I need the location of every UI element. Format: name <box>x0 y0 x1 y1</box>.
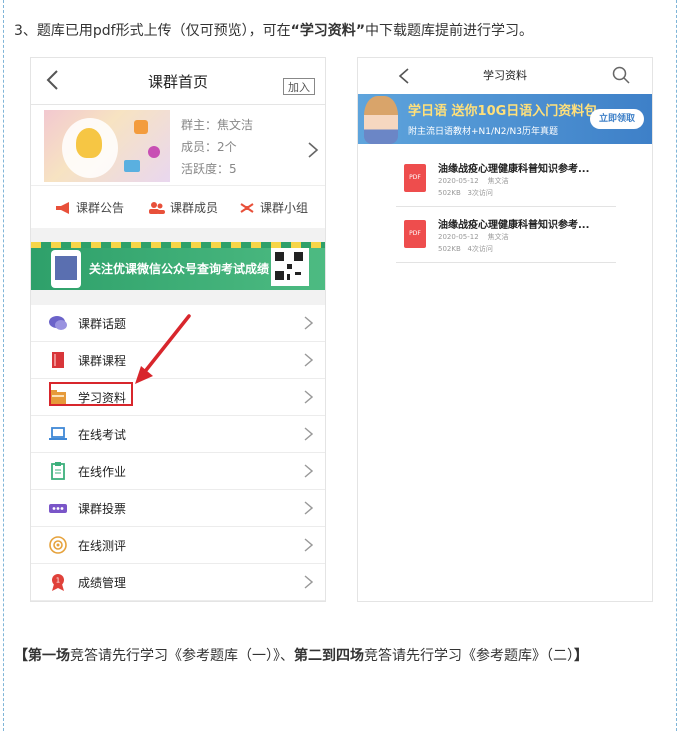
right-page-title: 学习资料 <box>483 69 527 82</box>
file-title: 油缘战疫心理健康科普知识参考... <box>438 164 590 175</box>
file-item[interactable]: PDF 油缘战疫心理健康科普知识参考... 2020-05-12 焦文洁 502… <box>396 206 616 263</box>
chevron-right-icon <box>304 501 313 515</box>
tab-groups[interactable]: 课群小组 <box>239 199 308 216</box>
network-icon <box>240 203 254 213</box>
chevron-right-icon <box>304 427 313 441</box>
intro-quote-open: “ <box>290 23 300 39</box>
chevron-right-icon <box>304 464 313 478</box>
footer-round1: 第一场 <box>28 648 70 664</box>
menu-label-homework: 在线作业 <box>78 465 127 479</box>
left-header: 课群首页 加入 <box>31 58 325 105</box>
file-author: 焦文洁 <box>487 177 509 185</box>
chat-bubble-icon <box>49 316 67 330</box>
left-page-title: 课群首页 <box>147 73 208 91</box>
ad-cta-button[interactable]: 立即领取 <box>590 109 644 129</box>
join-button[interactable]: 加入 <box>283 78 315 95</box>
menu-item-exam[interactable]: 在线考试 <box>31 416 325 453</box>
ad-subline: 附主流日语教材+N1/N2/N3历年真题 <box>408 127 558 137</box>
file-date-author: 2020-05-12 焦文洁 <box>438 232 509 242</box>
phone-illustration-icon <box>51 250 81 288</box>
footer-round2: 第二到四场 <box>294 648 364 664</box>
footer-bracket-close: 】 <box>574 648 588 664</box>
wechat-ad-banner[interactable]: 关注优课微信公众号查询考试成绩 <box>31 242 325 290</box>
file-date: 2020-05-12 <box>438 233 479 241</box>
chevron-right-icon <box>308 142 319 158</box>
laptop-icon <box>49 427 67 440</box>
search-icon[interactable] <box>612 66 630 84</box>
file-date-author: 2020-05-12 焦文洁 <box>438 176 509 186</box>
group-info-card[interactable]: 群主：焦文洁 成员：2个 活跃度：5 <box>31 105 325 185</box>
svg-text:1: 1 <box>56 577 60 585</box>
group-tabs: 课群公告 课群成员 课群小组 <box>31 185 325 228</box>
footer-text2: 竞答请先行学习《参考题库》（二） <box>364 648 574 664</box>
file-item[interactable]: PDF 油缘战疫心理健康科普知识参考... 2020-05-12 焦文洁 502… <box>396 150 616 207</box>
menu-label-vote: 课群投票 <box>78 502 127 516</box>
tab-members[interactable]: 课群成员 <box>149 199 218 216</box>
ticket-icon <box>49 504 67 513</box>
group-activity: 活跃度：5 <box>181 162 237 176</box>
chevron-right-icon <box>304 538 313 552</box>
right-phone-screenshot: 学习资料 学日语 送你10G日语入门资料包 附主流日语教材+N1/N2/N3历年… <box>357 57 653 602</box>
intro-quote-close: ” <box>355 23 366 39</box>
pdf-file-icon: PDF <box>404 164 426 192</box>
pdf-file-icon: PDF <box>404 220 426 248</box>
menu-item-vote[interactable]: 课群投票 <box>31 490 325 527</box>
file-size-visits: 502KB 3次访问 <box>438 188 493 198</box>
menu-label-courses: 课群课程 <box>78 354 127 368</box>
banner-text: 关注优课微信公众号查询考试成绩 <box>89 262 270 276</box>
tab-announcements[interactable]: 课群公告 <box>55 199 124 216</box>
footer-note: 【第一场竞答请先行学习《参考题库（一）》、第二到四场竞答请先行学习《参考题库》（… <box>14 642 668 670</box>
menu-label-exam: 在线考试 <box>78 428 127 442</box>
book-icon <box>52 352 64 368</box>
chevron-right-icon <box>304 353 313 367</box>
people-icon <box>149 202 165 214</box>
target-icon <box>49 536 67 554</box>
file-date: 2020-05-12 <box>438 177 479 185</box>
chevron-right-icon <box>304 390 313 404</box>
intro-text: 3、题库已用pdf形式上传（仅可预览），可在“学习资料”中下载题库提前进行学习。 <box>14 20 533 40</box>
file-author: 焦文洁 <box>487 233 509 241</box>
footer-bracket-open: 【 <box>14 648 28 664</box>
group-members: 成员：2个 <box>181 140 237 154</box>
menu-item-homework[interactable]: 在线作业 <box>31 453 325 490</box>
ad-headline: 学日语 送你10G日语入门资料包 <box>408 104 598 119</box>
chevron-right-icon <box>304 316 313 330</box>
award-ribbon-icon: 1 <box>52 574 64 591</box>
footer-text1: 竞答请先行学习《参考题库（一）》、 <box>70 648 294 664</box>
clipboard-icon <box>51 462 65 480</box>
file-size-visits: 502KB 4次访问 <box>438 244 493 254</box>
group-owner: 群主：焦文洁 <box>181 118 254 132</box>
group-cover-image <box>44 110 170 182</box>
file-size: 502KB <box>438 245 461 253</box>
right-header: 学习资料 <box>358 58 652 94</box>
intro-emphasis: 学习资料 <box>299 23 356 39</box>
japanese-ad-banner[interactable]: 学日语 送你10G日语入门资料包 附主流日语教材+N1/N2/N3历年真题 立即… <box>358 94 652 144</box>
file-list: PDF 油缘战疫心理健康科普知识参考... 2020-05-12 焦文洁 502… <box>358 144 652 601</box>
red-arrow-icon <box>135 314 191 384</box>
anime-girl-illustration <box>364 96 398 144</box>
file-visits: 4次访问 <box>467 245 493 253</box>
tab-announcements-label: 课群公告 <box>76 201 125 215</box>
qr-code-icon <box>271 248 309 286</box>
intro-suffix: 中下载题库提前进行学习。 <box>365 23 534 39</box>
file-size: 502KB <box>438 189 461 197</box>
file-title: 油缘战疫心理健康科普知识参考... <box>438 220 590 231</box>
intro-prefix: 3、题库已用pdf形式上传（仅可预览），可在 <box>14 23 291 39</box>
menu-item-grades[interactable]: 1 成绩管理 <box>31 564 325 601</box>
left-phone-screenshot: 课群首页 加入 群主：焦文洁 成员：2个 活跃度：5 课群公告 课群成员 课群小… <box>30 57 326 602</box>
menu-item-assessment[interactable]: 在线测评 <box>31 527 325 564</box>
megaphone-icon <box>56 202 69 214</box>
tab-members-label: 课群成员 <box>170 201 219 215</box>
tab-groups-label: 课群小组 <box>260 201 309 215</box>
file-visits: 3次访问 <box>467 189 493 197</box>
menu-label-assessment: 在线测评 <box>78 539 127 553</box>
menu-label-topics: 课群话题 <box>78 317 127 331</box>
highlight-box <box>49 382 133 406</box>
menu-label-grades: 成绩管理 <box>78 576 127 590</box>
chevron-right-icon <box>304 575 313 589</box>
